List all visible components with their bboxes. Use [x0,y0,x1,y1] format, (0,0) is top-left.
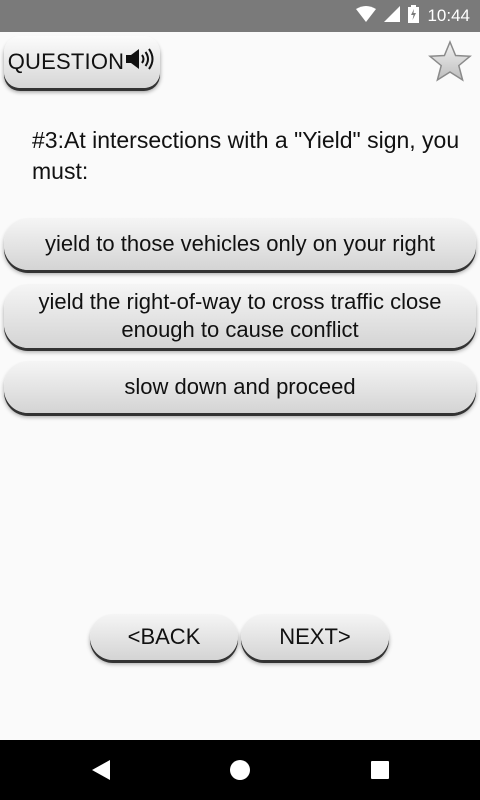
next-button[interactable]: NEXT> [241,614,389,660]
back-triangle-icon[interactable] [90,758,112,787]
battery-icon [408,4,420,28]
home-circle-icon[interactable] [228,758,252,787]
system-navigation-bar [0,740,480,800]
wifi-icon [356,5,377,27]
question-text: #3:At intersections with a "Yield" sign,… [32,127,460,184]
star-icon[interactable] [428,40,472,84]
speaker-icon [126,48,156,76]
question-label: QUESTION [7,49,125,74]
screen: 10:44 QUESTION #3:At intersections with … [0,0,480,800]
answer-option-2[interactable]: yield the right-of-way to cross traffic … [4,284,476,348]
question-audio-button[interactable]: QUESTION [4,36,160,88]
answer-option-3[interactable]: slow down and proceed [4,361,476,413]
answer-option-1[interactable]: yield to those vehicles only on your rig… [4,218,476,270]
status-bar: 10:44 [0,0,480,32]
signal-icon [384,5,401,27]
recents-square-icon[interactable] [369,758,391,787]
status-time: 10:44 [427,6,470,25]
back-button[interactable]: <BACK [90,614,238,660]
